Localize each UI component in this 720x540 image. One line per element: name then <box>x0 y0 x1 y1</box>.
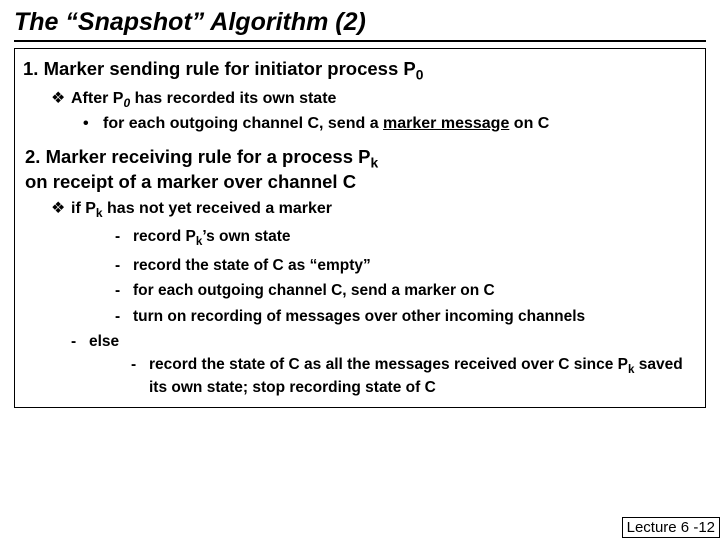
d4-text: turn on recording of messages over other… <box>133 307 697 326</box>
title-underline <box>14 40 706 42</box>
dash-bullet-icon: - <box>71 332 89 351</box>
d1-suffix: ’s own state <box>202 228 290 245</box>
rule-2-heading: 2. Marker receiving rule for a process P… <box>23 146 697 194</box>
else-label: else <box>89 332 697 351</box>
else-prefix: record the state of C as all the message… <box>149 356 628 373</box>
rule-1-sub: 0 <box>416 67 424 83</box>
rule-2-diamond-sub: k <box>96 206 103 220</box>
rule-1-dot: • for each outgoing channel C, send a ma… <box>83 114 697 134</box>
rule-2-line1-prefix: 2. Marker receiving rule for a process P <box>25 146 371 167</box>
dash-bullet-icon: - <box>115 307 133 326</box>
rule-2-else: - else <box>71 332 697 351</box>
d1-prefix: record P <box>133 228 196 245</box>
rule-2-diamond-prefix: if P <box>71 200 96 217</box>
rule-2-dash-1-text: record Pk’s own state <box>133 227 697 250</box>
slide-footer: Lecture 6 -12 <box>622 517 720 538</box>
else-body-text: record the state of C as all the message… <box>149 355 697 397</box>
diamond-bullet-icon: ❖ <box>51 89 71 109</box>
rule-1-prefix: 1. Marker sending rule for initiator pro… <box>23 58 416 79</box>
dash-bullet-icon: - <box>115 256 133 275</box>
dash-bullet-icon: - <box>115 281 133 300</box>
diamond-bullet-icon: ❖ <box>51 199 71 219</box>
rule-1-dot-underline: marker message <box>383 115 509 132</box>
d3-text: for each outgoing channel C, send a mark… <box>133 281 697 300</box>
rule-1-diamond: ❖ After P0 has recorded its own state <box>51 89 697 111</box>
slide-title: The “Snapshot” Algorithm (2) <box>14 8 706 37</box>
rule-1-diamond-text: After P0 has recorded its own state <box>71 89 697 111</box>
dash-bullet-icon: - <box>131 355 149 374</box>
rule-1-diamond-suffix: has recorded its own state <box>130 90 336 107</box>
rule-1-dot-prefix: for each outgoing channel C, send a <box>103 115 383 132</box>
content-box: 1. Marker sending rule for initiator pro… <box>14 48 706 408</box>
rule-2-dash-4: - turn on recording of messages over oth… <box>115 307 697 326</box>
d2-text: record the state of C as “empty” <box>133 256 697 275</box>
rule-1-dot-text: for each outgoing channel C, send a mark… <box>103 114 697 134</box>
rule-1-diamond-prefix: After P <box>71 90 123 107</box>
rule-1-dot-suffix: on C <box>509 115 549 132</box>
rule-2-line2: on receipt of a marker over channel C <box>25 171 356 192</box>
rule-2-diamond: ❖ if Pk has not yet received a marker <box>51 199 697 221</box>
rule-2-diamond-suffix: has not yet received a marker <box>103 200 332 217</box>
rule-2-dash-2: - record the state of C as “empty” <box>115 256 697 275</box>
rule-2-diamond-text: if Pk has not yet received a marker <box>71 199 697 221</box>
rule-2-line1-sub: k <box>371 154 379 170</box>
dot-bullet-icon: • <box>83 114 103 134</box>
rule-2-else-body: - record the state of C as all the messa… <box>131 355 697 397</box>
rule-2-dash-3: - for each outgoing channel C, send a ma… <box>115 281 697 300</box>
rule-2-dash-1: - record Pk’s own state <box>115 227 697 250</box>
dash-bullet-icon: - <box>115 227 133 246</box>
rule-1-heading: 1. Marker sending rule for initiator pro… <box>23 58 697 83</box>
